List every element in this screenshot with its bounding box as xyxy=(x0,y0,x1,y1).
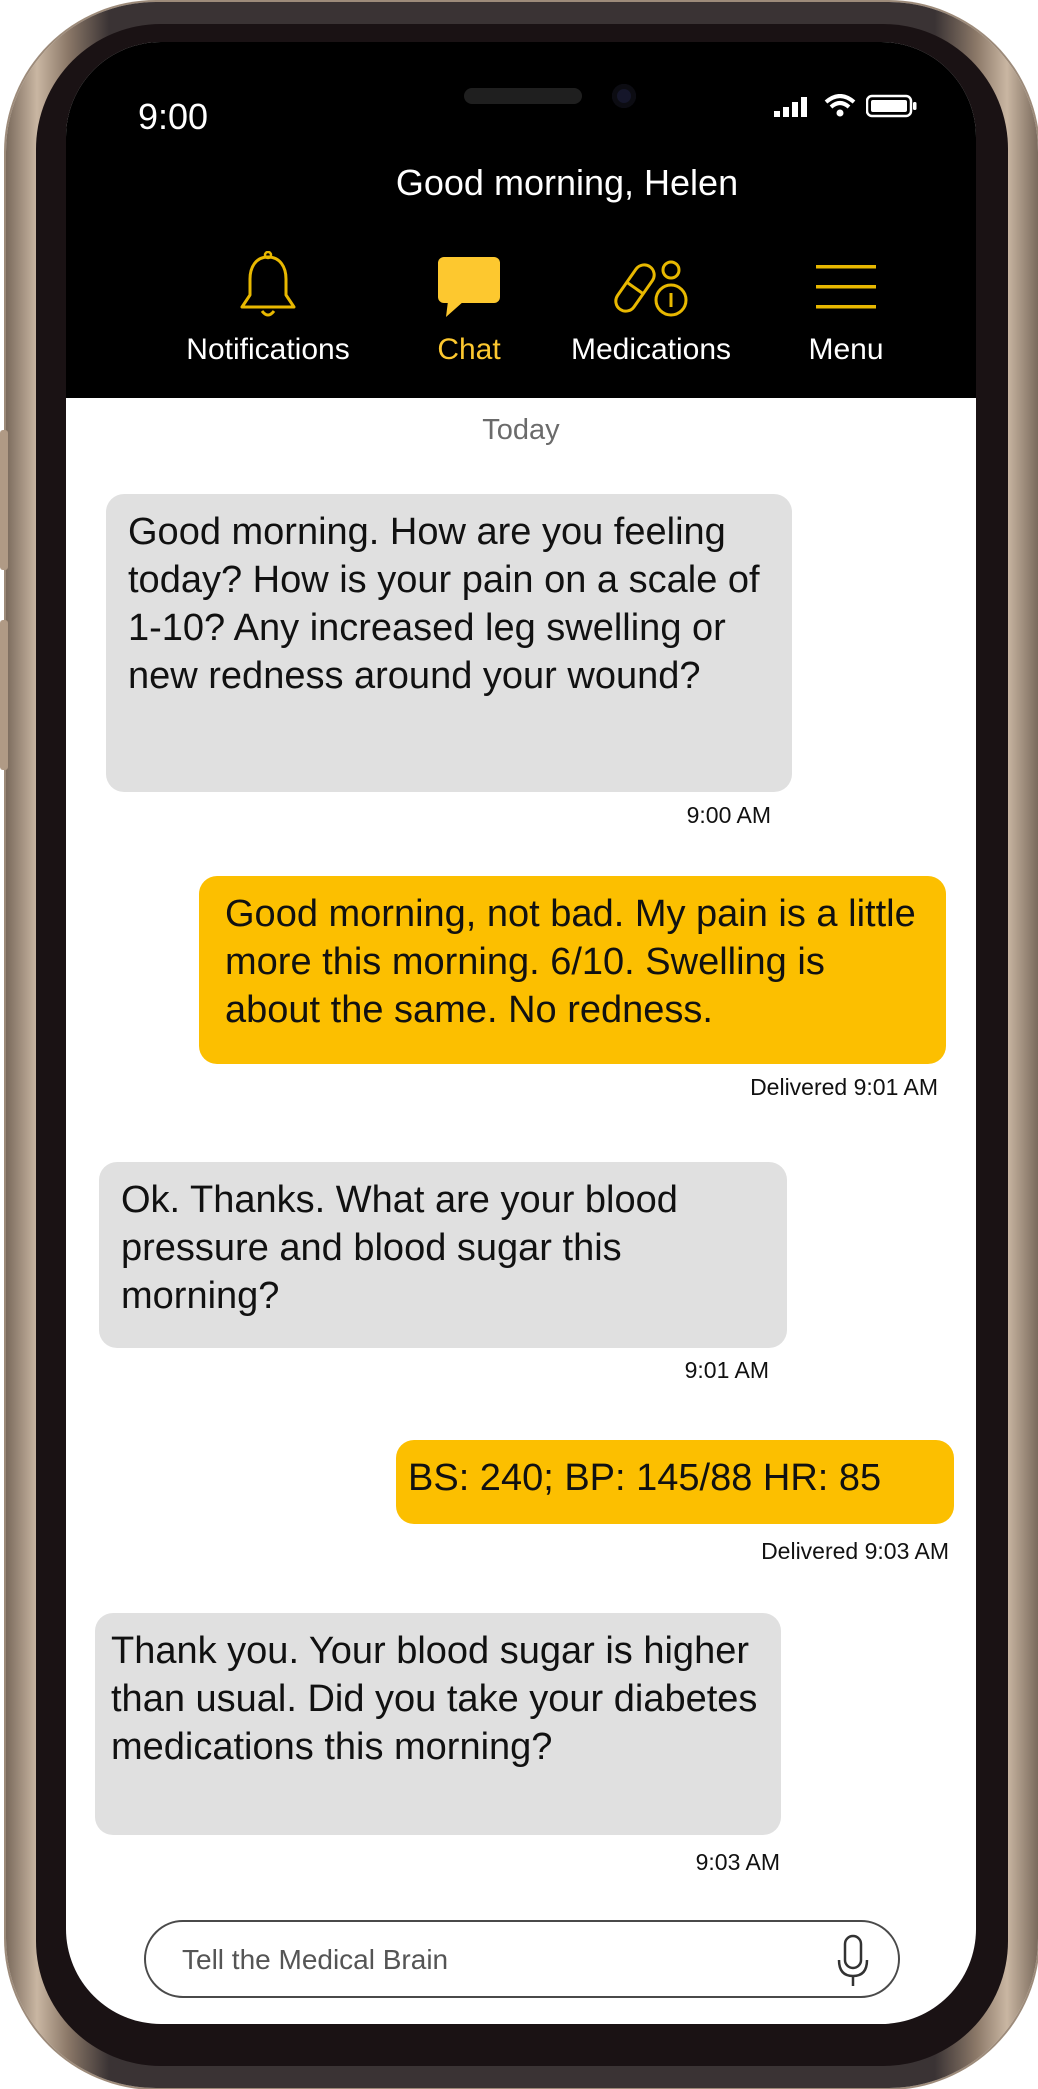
phone-screen: 9:00 Good morning, Helen Notifications C… xyxy=(66,42,976,2024)
nav-medications[interactable]: Medications xyxy=(536,247,766,367)
battery-icon xyxy=(866,94,917,118)
message-outgoing: BS: 240; BP: 145/88 HR: 85 xyxy=(396,1440,954,1524)
side-button xyxy=(0,620,8,770)
nav-label: Medications xyxy=(570,333,732,366)
message-composer xyxy=(144,1920,900,1998)
front-camera xyxy=(612,84,636,108)
chat-icon xyxy=(438,257,500,317)
nav-label: Chat xyxy=(437,333,501,366)
signal-icon xyxy=(774,97,807,117)
microphone-icon[interactable] xyxy=(836,1934,870,1988)
hamburger-icon xyxy=(816,265,876,309)
message-incoming: Thank you. Your blood sugar is higher th… xyxy=(95,1613,781,1835)
message-timestamp: 9:00 AM xyxy=(686,802,771,828)
message-timestamp: Delivered 9:01 AM xyxy=(750,1074,938,1100)
day-divider: Today xyxy=(482,414,560,446)
nav-label: Notifications xyxy=(186,333,350,366)
nav-label: Menu xyxy=(808,333,884,366)
nav-menu[interactable]: Menu xyxy=(766,247,926,367)
app-header: 9:00 Good morning, Helen Notifications C… xyxy=(66,42,976,398)
bell-icon xyxy=(240,251,296,317)
nav-chat[interactable]: Chat xyxy=(394,247,544,367)
pill-icon xyxy=(614,260,688,317)
message-timestamp: 9:03 AM xyxy=(695,1849,780,1875)
message-timestamp: 9:01 AM xyxy=(684,1357,769,1383)
wifi-icon xyxy=(824,94,856,117)
message-incoming: Good morning. How are you feeling today?… xyxy=(106,494,792,792)
status-icons xyxy=(774,94,918,118)
greeting-title: Good morning, Helen xyxy=(395,162,739,203)
side-button xyxy=(0,430,8,570)
message-input[interactable] xyxy=(180,1922,784,1998)
message-timestamp: Delivered 9:03 AM xyxy=(761,1538,949,1564)
nav-notifications[interactable]: Notifications xyxy=(168,247,368,367)
status-time: 9:00 xyxy=(138,96,209,137)
earpiece-speaker xyxy=(464,88,582,104)
message-incoming: Ok. Thanks. What are your blood pressure… xyxy=(99,1162,787,1348)
message-outgoing: Good morning, not bad. My pain is a litt… xyxy=(199,876,946,1064)
